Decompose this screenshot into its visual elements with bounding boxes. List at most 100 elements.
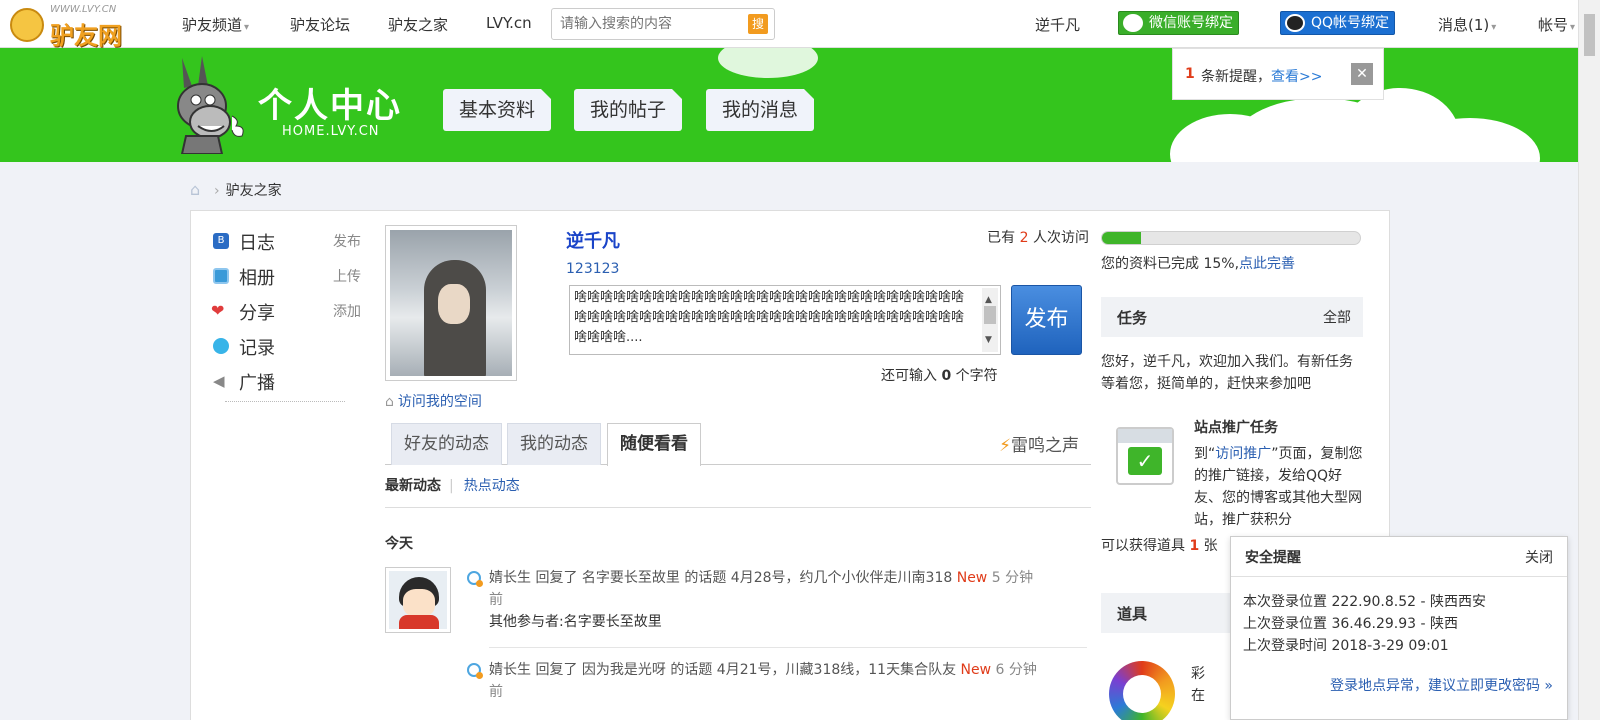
mascot-icon: [10, 8, 44, 42]
feed-tabs: 好友的动态 我的动态 随便看看 ⚡雷鸣之声: [385, 423, 1091, 466]
feed-user-link[interactable]: 婧长生: [489, 570, 531, 586]
sidebar-item-action[interactable]: 发布: [333, 231, 361, 251]
sidebar-item-record[interactable]: 记录: [209, 332, 349, 367]
change-password-link[interactable]: 登录地点异常，建议立即更改密码 »: [1330, 675, 1553, 695]
feed-target-link[interactable]: 因为我是光呀: [582, 662, 666, 678]
check-icon: ✓: [1128, 447, 1162, 475]
visit-promotion-link[interactable]: 访问推广: [1215, 446, 1271, 462]
sidebar-item-action[interactable]: 上传: [333, 266, 361, 286]
feed-time-suffix: 前: [489, 684, 503, 700]
scroll-down-icon[interactable]: ▼: [985, 330, 992, 350]
avatar[interactable]: [385, 225, 517, 381]
tab-my-feed[interactable]: 我的动态: [507, 423, 601, 465]
search-input[interactable]: [560, 14, 740, 34]
nav-forum[interactable]: 驴友论坛: [290, 14, 350, 35]
tab-basic-info[interactable]: 基本资料: [443, 89, 552, 131]
avatar-face: [438, 284, 470, 324]
thunder-label: 雷鸣之声: [1011, 436, 1079, 456]
avatar[interactable]: [385, 567, 451, 633]
tab-my-messages[interactable]: 我的消息: [706, 89, 815, 131]
sidebar-item-broadcast[interactable]: ◀ 广播: [209, 367, 349, 402]
account-menu[interactable]: 帐号 ▾: [1538, 14, 1575, 35]
feed-time: 6 分钟: [995, 662, 1037, 678]
sidebar-item-share[interactable]: ❤ 分享 添加: [209, 297, 361, 332]
feed-participants: 其他参与者:名字要长至故里: [489, 614, 662, 630]
tab-random-look[interactable]: 随便看看: [607, 423, 701, 466]
reminder-view-link[interactable]: 查看>>: [1271, 69, 1322, 85]
props-title: 道具: [1117, 605, 1148, 623]
qq-bind-button[interactable]: QQ帐号绑定: [1280, 11, 1396, 35]
main-panel: B 日志 发布 相册 上传 ❤ 分享 添加 记录 ◀ 广播 ⌂ 访问我的空间 逆…: [190, 210, 1390, 720]
profile-progress-text: 您的资料已完成 15%,点此完善: [1101, 253, 1295, 273]
complete-profile-link[interactable]: 点此完善: [1239, 256, 1295, 272]
feed-user-link[interactable]: 婧长生: [489, 662, 531, 678]
new-reminder-popup: 1 条新提醒，查看>> ✕: [1172, 48, 1384, 100]
textarea-scrollbar[interactable]: ▲ ▼: [982, 288, 998, 352]
page-scrollbar[interactable]: [1578, 0, 1600, 720]
avatar-image: [389, 571, 447, 629]
subtab-hot[interactable]: 热点动态: [464, 478, 520, 494]
task-card[interactable]: ✓ 站点推广任务 到“访问推广”页面，复制您的推广链接，发给QQ好友、您的博客或…: [1116, 417, 1366, 537]
tab-friends-feed[interactable]: 好友的动态: [391, 423, 502, 465]
status-textarea[interactable]: 啥啥啥啥啥啥啥啥啥啥啥啥啥啥啥啥啥啥啥啥啥啥啥啥啥啥啥啥啥啥啥啥啥啥啥啥啥啥啥啥…: [569, 285, 1001, 355]
album-icon: [213, 268, 229, 284]
security-close-button[interactable]: 关闭: [1525, 547, 1553, 567]
profile-signature[interactable]: 123123: [566, 261, 619, 277]
nav-home[interactable]: 驴友之家: [388, 14, 448, 35]
search-box: 搜: [551, 8, 775, 40]
prop-name: 彩: [1191, 666, 1205, 682]
reward-prefix: 可以获得道具: [1101, 538, 1185, 554]
last-login-time: 上次登录时间 2018-3-29 09:01: [1243, 638, 1449, 654]
nav-lvy-cn[interactable]: LVY.cn: [486, 14, 532, 32]
new-badge: New: [956, 570, 988, 586]
feed-time-suffix: 前: [489, 592, 503, 608]
remain-suffix: 个字符: [955, 368, 998, 384]
tasks-title: 任务: [1117, 309, 1148, 327]
sidebar-item-label: 记录: [239, 338, 275, 359]
rainbow-prop-icon[interactable]: [1109, 661, 1175, 720]
messages-menu[interactable]: 消息(1) ▾: [1438, 14, 1496, 35]
sidebar-item-album[interactable]: 相册 上传: [209, 262, 361, 297]
scroll-thumb[interactable]: [984, 306, 996, 324]
feed-subtabs: 最新动态 | 热点动态: [385, 475, 1091, 508]
feed-target-link[interactable]: 名字要长至故里: [582, 570, 680, 586]
banner-subtitle: HOME.LVY.CN: [282, 124, 380, 139]
chevron-down-icon: ▾: [1570, 22, 1576, 33]
site-logo[interactable]: WWW.LVY.CN 驴友网: [10, 4, 135, 50]
breadcrumb-current[interactable]: 驴友之家: [226, 183, 282, 199]
feed-text: 婧长生 回复了 因为我是光呀 的话题 4月21号，川藏318线，11天集合队友 …: [489, 659, 1069, 703]
feed-action: 回复了: [535, 570, 578, 586]
security-header: 安全提醒 关闭: [1231, 537, 1567, 577]
avatar-face: [403, 589, 435, 617]
logo-name: 驴友网: [50, 22, 122, 50]
top-username-link[interactable]: 逆千凡: [1035, 14, 1080, 35]
scroll-thumb[interactable]: [1584, 14, 1595, 56]
qq-penguin-icon: [1285, 14, 1305, 32]
tasks-all-link[interactable]: 全部: [1323, 307, 1351, 327]
wechat-bind-button[interactable]: 微信账号绑定: [1118, 11, 1239, 35]
home-icon[interactable]: ⌂: [190, 180, 208, 199]
visit-space-link[interactable]: ⌂ 访问我的空间: [385, 391, 482, 411]
close-icon[interactable]: ✕: [1351, 63, 1373, 85]
tab-my-posts[interactable]: 我的帖子: [574, 89, 683, 131]
account-label: 帐号: [1538, 16, 1569, 34]
last-login-location: 上次登录位置 36.46.29.93 - 陕西: [1243, 616, 1459, 632]
sidebar-item-blog[interactable]: B 日志 发布: [209, 227, 361, 262]
search-button[interactable]: 搜: [748, 14, 768, 34]
calendar-check-icon: ✓: [1116, 427, 1174, 485]
breadcrumb: ⌂ › 驴友之家: [190, 180, 282, 200]
profile-username[interactable]: 逆千凡: [566, 227, 620, 253]
chevron-down-icon: ▾: [244, 22, 250, 33]
feed-topic-link[interactable]: 的话题 4月28号，约几个小伙伴走川南318: [684, 570, 952, 586]
reminder-count: 1: [1185, 66, 1195, 82]
nav-lvy-channel[interactable]: 驴友频道 ▾: [182, 14, 249, 35]
subtab-latest[interactable]: 最新动态: [385, 478, 441, 494]
feed-topic-link[interactable]: 的话题 4月21号，川藏318线，11天集合队友: [670, 662, 956, 678]
publish-button[interactable]: 发布: [1011, 285, 1082, 355]
lightning-icon: ⚡: [999, 436, 1011, 456]
task-title[interactable]: 站点推广任务: [1194, 417, 1278, 437]
calendar-top: [1118, 429, 1172, 443]
thunder-voice-link[interactable]: ⚡雷鸣之声: [999, 431, 1079, 456]
sidebar-item-action[interactable]: 添加: [333, 301, 361, 321]
sidebar-divider: [225, 401, 345, 402]
